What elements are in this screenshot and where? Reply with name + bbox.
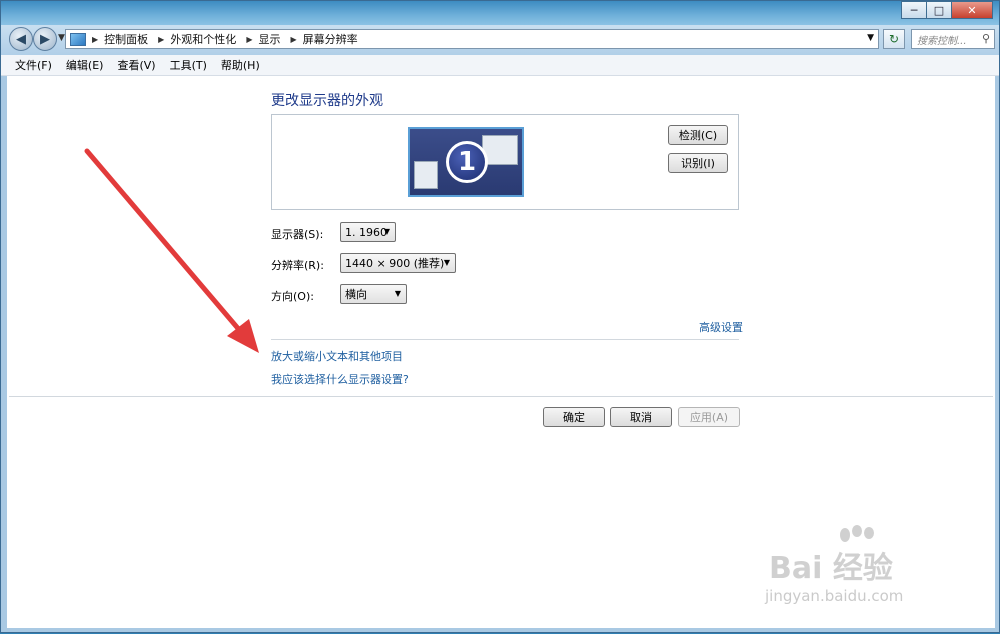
- refresh-icon[interactable]: ↻: [883, 29, 905, 49]
- text-size-link[interactable]: 放大或缩小文本和其他项目: [271, 348, 403, 364]
- address-bar[interactable]: ▶ 控制面板 ▶ 外观和个性化 ▶ 显示 ▶ 屏幕分辨率 ▼: [65, 29, 879, 49]
- close-button[interactable]: ✕: [951, 1, 993, 19]
- minimize-button[interactable]: ─: [901, 1, 927, 19]
- search-icon[interactable]: ⚲: [982, 32, 990, 45]
- page-title: 更改显示器的外观: [271, 93, 383, 109]
- display-label: 显示器(S):: [271, 228, 324, 241]
- window-thumbnail: [414, 161, 438, 189]
- menu-bar: 文件(F) 编辑(E) 查看(V) 工具(T) 帮助(H): [1, 55, 999, 76]
- orientation-select[interactable]: 横向 ▼: [340, 284, 407, 304]
- orientation-label: 方向(O):: [271, 290, 314, 303]
- title-bar: ─ □ ✕: [1, 1, 999, 25]
- menu-tools[interactable]: 工具(T): [170, 57, 207, 73]
- monitor-preview-panel: 1 检测(C) 识别(I): [271, 114, 739, 210]
- identify-button[interactable]: 识别(I): [668, 153, 728, 173]
- watermark-brand: Bai 经验: [769, 551, 893, 586]
- address-dropdown-icon[interactable]: ▼: [867, 33, 874, 43]
- maximize-button[interactable]: □: [926, 1, 952, 19]
- search-input[interactable]: 搜索控制... ⚲: [911, 29, 995, 49]
- display-select[interactable]: 1. 1960 ▼: [340, 222, 396, 242]
- control-panel-icon: [70, 32, 86, 46]
- forward-arrow-icon[interactable]: ▶: [33, 27, 57, 51]
- cancel-button[interactable]: 取消: [610, 407, 672, 427]
- display-help-link[interactable]: 我应该选择什么显示器设置?: [271, 371, 409, 387]
- advanced-settings-link[interactable]: 高级设置: [699, 319, 743, 335]
- footer-divider: [9, 396, 993, 397]
- monitor-1-thumbnail[interactable]: 1: [408, 127, 524, 197]
- detect-button[interactable]: 检测(C): [668, 125, 728, 145]
- breadcrumb-separator-icon[interactable]: ▶: [246, 35, 252, 44]
- breadcrumb-display[interactable]: 显示: [258, 31, 280, 47]
- back-arrow-icon[interactable]: ◀: [9, 27, 33, 51]
- navigation-bar: ◀ ▶ ▼ ▶ 控制面板 ▶ 外观和个性化 ▶ 显示 ▶ 屏幕分辨率 ▼ ↻ 搜…: [1, 25, 999, 55]
- breadcrumb-screen-resolution[interactable]: 屏幕分辨率: [303, 31, 358, 47]
- monitor-number-badge: 1: [446, 141, 488, 183]
- menu-help[interactable]: 帮助(H): [221, 57, 260, 73]
- breadcrumb-separator-icon[interactable]: ▶: [92, 35, 98, 44]
- chevron-down-icon: ▼: [443, 258, 450, 267]
- section-divider: [271, 339, 739, 340]
- orientation-select-value: 横向: [345, 288, 367, 301]
- resolution-label: 分辨率(R):: [271, 259, 324, 272]
- breadcrumb-appearance[interactable]: 外观和个性化: [170, 31, 236, 47]
- display-select-value: 1. 1960: [345, 225, 387, 239]
- breadcrumb-separator-icon[interactable]: ▶: [290, 35, 296, 44]
- recent-pages-dropdown-icon[interactable]: ▼: [58, 33, 65, 43]
- chevron-down-icon: ▼: [383, 227, 390, 236]
- menu-view[interactable]: 查看(V): [117, 57, 155, 73]
- chevron-down-icon: ▼: [394, 289, 401, 298]
- ok-button[interactable]: 确定: [543, 407, 605, 427]
- resolution-select-value: 1440 × 900 (推荐): [345, 257, 445, 270]
- baidu-watermark: Bai 经验 jingyan.baidu.com: [763, 521, 963, 611]
- menu-edit[interactable]: 编辑(E): [66, 57, 104, 73]
- breadcrumb-separator-icon[interactable]: ▶: [158, 35, 164, 44]
- screen-resolution-window: ─ □ ✕ ◀ ▶ ▼ ▶ 控制面板 ▶ 外观和个性化 ▶ 显示 ▶ 屏幕分辨率…: [0, 0, 1000, 633]
- apply-button[interactable]: 应用(A): [678, 407, 740, 427]
- window-controls: ─ □ ✕: [901, 1, 993, 19]
- watermark-url: jingyan.baidu.com: [765, 587, 904, 605]
- resolution-select[interactable]: 1440 × 900 (推荐) ▼: [340, 253, 456, 273]
- menu-file[interactable]: 文件(F): [15, 57, 52, 73]
- breadcrumb-control-panel[interactable]: 控制面板: [104, 31, 148, 47]
